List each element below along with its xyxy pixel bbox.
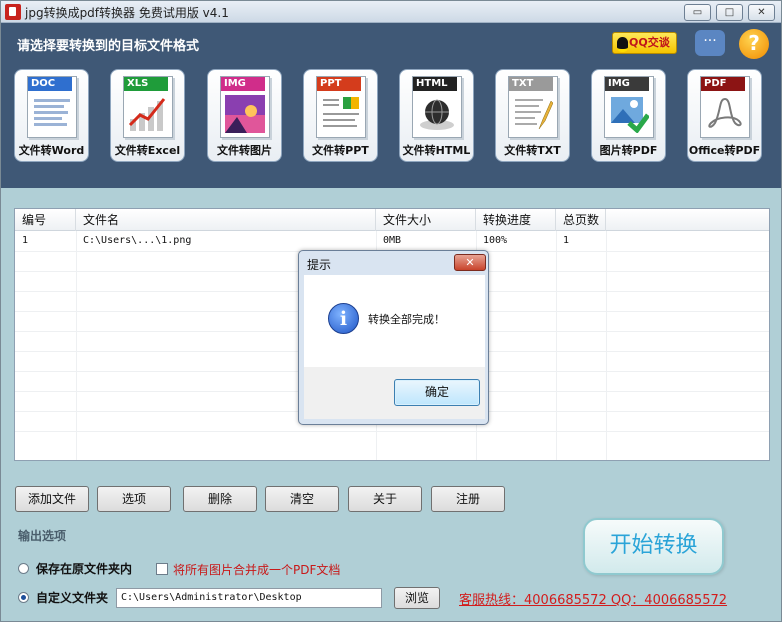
tool-tag: IMG [221, 77, 265, 91]
add-file-button[interactable]: 添加文件 [15, 486, 89, 512]
img-file-icon: IMG [220, 76, 270, 138]
dialog-close-button[interactable]: ✕ [454, 254, 486, 271]
app-window: jpg转换成pdf转换器 免费试用版 v4.1 ▭ □ ✕ 请选择要转换到的目标… [0, 0, 782, 622]
save-original-radio[interactable] [18, 563, 29, 574]
options-button[interactable]: 选项 [97, 486, 171, 512]
cell-id: 1 [22, 235, 29, 246]
col-pages[interactable]: 总页数 [556, 209, 606, 231]
close-button[interactable]: ✕ [748, 4, 775, 21]
tool-label: Office转PDF [688, 144, 761, 157]
tool-to-ppt[interactable]: PPT 文件转PPT [303, 69, 378, 162]
ok-button[interactable]: 确定 [394, 379, 480, 406]
header-title: 请选择要转换到的目标文件格式 [17, 39, 200, 54]
output-section-label: 输出选项 [18, 529, 67, 543]
tool-tag: PPT [317, 77, 361, 91]
qq-chat-button[interactable]: QQ交谈 [612, 32, 677, 54]
tool-label: 文件转Word [18, 144, 85, 157]
hotline-link[interactable]: 客服热线：4006685572 QQ：4006685572 [459, 589, 727, 608]
tool-label: 图片转PDF [599, 144, 658, 157]
grid-line [76, 231, 77, 460]
acrobat-icon [708, 97, 742, 128]
table-row[interactable]: 1 C:\Users\...\1.png 0MB 100% 1 [15, 231, 769, 251]
delete-button[interactable]: 删除 [183, 486, 257, 512]
sunset-image-icon [225, 95, 265, 133]
tool-label: 文件转TXT [504, 144, 561, 157]
merge-pdf-checkbox[interactable] [156, 563, 168, 575]
list-header: 编号 文件名 文件大小 转换进度 总页数 [15, 209, 769, 231]
txt-file-icon: TXT [508, 76, 558, 138]
custom-folder-label[interactable]: 自定义文件夹 [36, 589, 108, 606]
tool-label: 文件转HTML [402, 144, 471, 157]
format-header: 请选择要转换到的目标文件格式 QQ交谈 ··· ? DOC 文件转Word XL… [1, 23, 781, 188]
dialog-body: i 转换全部完成！ [304, 275, 485, 367]
tool-tag: XLS [124, 77, 168, 91]
tool-label: 文件转Excel [114, 144, 181, 157]
message-dialog: 提示 ✕ i 转换全部完成！ 确定 [298, 250, 489, 425]
xls-file-icon: XLS [123, 76, 173, 138]
col-filename[interactable]: 文件名 [76, 209, 376, 231]
cell-progress: 100% [483, 235, 508, 246]
maximize-button[interactable]: □ [716, 4, 743, 21]
tool-to-word[interactable]: DOC 文件转Word [14, 69, 89, 162]
window-title: jpg转换成pdf转换器 免费试用版 v4.1 [25, 6, 229, 20]
merge-pdf-label[interactable]: 将所有图片合并成一个PDF文档 [173, 561, 340, 578]
tool-image-to-pdf[interactable]: IMG 图片转PDF [591, 69, 666, 162]
dialog-message: 转换全部完成！ [368, 313, 445, 326]
custom-folder-radio[interactable] [18, 592, 29, 603]
about-button[interactable]: 关于 [348, 486, 422, 512]
register-button[interactable]: 注册 [431, 486, 505, 512]
col-filesize[interactable]: 文件大小 [376, 209, 476, 231]
tool-to-excel[interactable]: XLS 文件转Excel [110, 69, 185, 162]
tool-to-html[interactable]: HTML 文件转HTML [399, 69, 474, 162]
browse-button[interactable]: 浏览 [394, 587, 440, 609]
slide-icon [323, 97, 359, 127]
clear-button[interactable]: 清空 [265, 486, 339, 512]
title-bar[interactable]: jpg转换成pdf转换器 免费试用版 v4.1 ▭ □ ✕ [1, 1, 781, 23]
app-icon [5, 4, 21, 20]
tool-label: 文件转图片 [217, 144, 272, 157]
pencil-note-icon [515, 99, 553, 130]
tool-tag: IMG [605, 77, 649, 91]
chart-up-icon [128, 98, 166, 131]
html-file-icon: HTML [412, 76, 462, 138]
word-page-icon [34, 99, 70, 126]
output-path-input[interactable]: C:\Users\Administrator\Desktop [116, 588, 382, 608]
tool-tag: TXT [509, 77, 553, 91]
grid-line [15, 431, 769, 432]
tool-tag: PDF [701, 77, 745, 91]
dialog-footer: 确定 [304, 367, 485, 419]
globe-icon [420, 99, 454, 130]
grid-line [606, 231, 607, 460]
col-id[interactable]: 编号 [15, 209, 76, 231]
tool-to-image[interactable]: IMG 文件转图片 [207, 69, 282, 162]
pdf-file-icon: PDF [700, 76, 750, 138]
ppt-file-icon: PPT [316, 76, 366, 138]
cell-pages: 1 [563, 235, 570, 246]
start-convert-button[interactable]: 开始转换 [583, 518, 724, 575]
tool-tag: DOC [28, 77, 72, 91]
tool-label: 文件转PPT [312, 144, 369, 157]
col-progress[interactable]: 转换进度 [476, 209, 556, 231]
minimize-button[interactable]: ▭ [684, 4, 711, 21]
tool-tag: HTML [413, 77, 457, 91]
grid-line [556, 231, 557, 460]
doc-file-icon: DOC [27, 76, 77, 138]
cell-filename: C:\Users\...\1.png [83, 235, 192, 246]
image-check-icon [611, 97, 649, 133]
save-original-label[interactable]: 保存在原文件夹内 [36, 560, 132, 577]
cell-filesize: 0MB [383, 235, 402, 246]
img-to-pdf-file-icon: IMG [604, 76, 654, 138]
chat-bubble-icon[interactable]: ··· [695, 30, 725, 56]
tool-to-txt[interactable]: TXT 文件转TXT [495, 69, 570, 162]
info-icon: i [328, 303, 359, 334]
dialog-title: 提示 [307, 258, 332, 272]
tool-office-to-pdf[interactable]: PDF Office转PDF [687, 69, 762, 162]
help-icon[interactable]: ? [739, 29, 769, 59]
